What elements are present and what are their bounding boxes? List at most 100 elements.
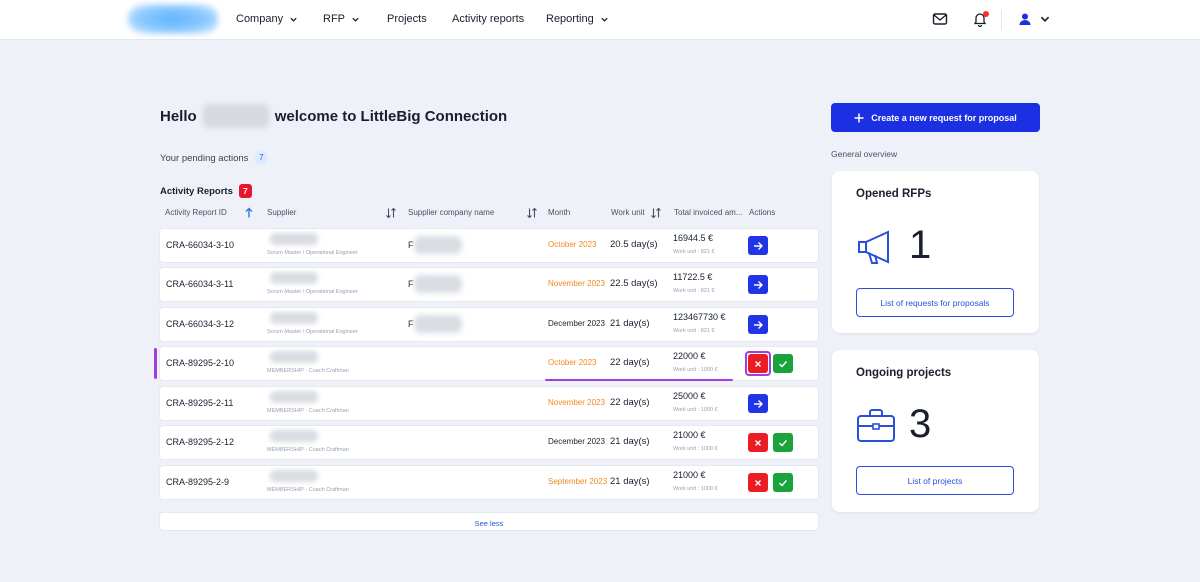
col-header-supplier[interactable]: Supplier — [267, 208, 296, 217]
close-icon — [755, 479, 761, 486]
work-unit: 21 day(s) — [610, 318, 650, 329]
report-id: CRA-66034-3-12 — [166, 319, 235, 329]
table-row[interactable]: CRA-89295-2-9 MEMBERSHIP - Coach Craftman… — [160, 466, 818, 499]
supplier-name-blurred — [270, 391, 318, 403]
report-id: CRA-89295-2-9 — [166, 477, 230, 487]
work-unit: 20.5 day(s) — [610, 239, 658, 250]
welcome-heading: Hello welcome to LittleBig Connection — [160, 104, 507, 128]
work-unit-price: Work unit : 821 € — [673, 288, 715, 294]
total-invoiced: 22000 € — [673, 351, 706, 361]
logo[interactable] — [128, 4, 218, 34]
col-header-actions: Actions — [749, 208, 776, 217]
arrow-right-icon — [754, 241, 763, 250]
see-less-button[interactable]: See less — [160, 513, 818, 530]
report-month: November 2023 — [548, 398, 605, 407]
user-icon[interactable] — [1017, 11, 1033, 27]
table-row[interactable]: CRA-89295-2-12 MEMBERSHIP - Coach Craftma… — [160, 426, 818, 459]
nav-company[interactable]: Company — [236, 13, 298, 25]
megaphone-icon — [858, 230, 889, 264]
work-unit-price: Work unit : 821 € — [673, 328, 715, 334]
opened-rfps-title: Opened RFPs — [856, 188, 932, 200]
check-icon — [779, 439, 788, 446]
supplier-name-blurred — [270, 470, 318, 482]
activity-reports-label: Activity Reports — [160, 185, 233, 197]
list-projects-button[interactable]: List of projects — [856, 466, 1014, 495]
nav-rfp[interactable]: RFP — [323, 13, 360, 25]
supplier-name-blurred — [270, 351, 318, 363]
nav-reporting[interactable]: Reporting — [546, 13, 609, 25]
supplier-name-blurred — [270, 430, 318, 442]
close-icon — [755, 439, 761, 446]
supplier-role: MEMBERSHIP - Coach Craftman — [267, 487, 349, 493]
supplier-role: Scrum Master / Operational Engineer — [267, 250, 358, 256]
company-name-blurred — [414, 236, 462, 254]
company-name-blurred — [414, 275, 462, 293]
open-report-button[interactable] — [748, 236, 768, 255]
table-row[interactable]: CRA-66034-3-11 Scrum Master / Operational… — [160, 268, 818, 301]
sort-up-icon[interactable] — [243, 207, 255, 219]
reject-button[interactable] — [748, 473, 768, 492]
sort-icon[interactable] — [385, 207, 397, 219]
supplier-role: Scrum Master / Operational Engineer — [267, 329, 358, 335]
mail-icon[interactable] — [932, 11, 948, 27]
total-invoiced: 11722.5 € — [673, 272, 713, 282]
sort-icon[interactable] — [526, 207, 538, 219]
hello-text: Hello — [160, 107, 197, 125]
top-navbar: Company RFP Projects Activity reports Re… — [0, 0, 1200, 40]
nav-company-label: Company — [236, 13, 284, 25]
total-invoiced: 123467730 € — [673, 312, 726, 322]
pending-actions: Your pending actions 7 — [160, 151, 269, 165]
approve-button[interactable] — [773, 433, 793, 452]
col-header-work-unit[interactable]: Work unit — [611, 208, 645, 217]
table-row[interactable]: CRA-89295-2-10 MEMBERSHIP - Coach Craftma… — [160, 347, 818, 380]
report-id: CRA-89295-2-11 — [166, 398, 234, 408]
chevron-down-icon — [352, 17, 359, 22]
notification-dot — [983, 11, 989, 17]
supplier-name-blurred — [270, 312, 318, 324]
activity-reports-title: Activity Reports 7 — [160, 184, 252, 198]
create-rfp-button[interactable]: Create a new request for proposal — [831, 103, 1040, 132]
col-header-report-id[interactable]: Activity Report ID — [165, 208, 227, 217]
nav-activity-reports[interactable]: Activity reports — [452, 13, 524, 25]
supplier-name-blurred — [270, 272, 318, 284]
chevron-down-icon — [290, 17, 297, 22]
col-header-company[interactable]: Supplier company name — [408, 208, 494, 217]
col-header-month[interactable]: Month — [548, 208, 570, 217]
row-highlight-underline — [545, 379, 733, 381]
chevron-down-icon[interactable] — [1039, 11, 1051, 27]
supplier-role: MEMBERSHIP - Coach Craftman — [267, 368, 349, 374]
table-row[interactable]: CRA-66034-3-10 Scrum Master / Operational… — [160, 229, 818, 262]
open-report-button[interactable] — [748, 275, 768, 294]
divider — [1001, 10, 1002, 30]
check-icon — [779, 479, 788, 486]
list-rfps-button[interactable]: List of requests for proposals — [856, 288, 1014, 317]
supplier-name-blurred — [270, 233, 318, 245]
company-initial: F — [408, 240, 414, 250]
table-row[interactable]: CRA-89295-2-11 MEMBERSHIP - Coach Craftma… — [160, 387, 818, 420]
work-unit: 22 day(s) — [610, 397, 650, 408]
total-invoiced: 25000 € — [673, 391, 706, 401]
report-month: October 2023 — [548, 358, 597, 367]
report-id: CRA-89295-2-10 — [166, 358, 235, 368]
report-id: CRA-66034-3-11 — [166, 279, 234, 289]
table-row[interactable]: CRA-66034-3-12 Scrum Master / Operational… — [160, 308, 818, 341]
ongoing-projects-title: Ongoing projects — [856, 367, 952, 379]
arrow-right-icon — [754, 399, 763, 408]
approve-button[interactable] — [773, 354, 793, 373]
reject-button[interactable] — [748, 433, 768, 452]
work-unit-price: Work unit : 1000 € — [673, 367, 718, 373]
general-overview-label: General overview — [831, 149, 898, 159]
report-month: October 2023 — [548, 240, 597, 249]
open-report-button[interactable] — [748, 315, 768, 334]
nav-projects[interactable]: Projects — [387, 13, 427, 25]
col-header-total-invoiced[interactable]: Total invoiced am... — [674, 208, 742, 217]
company-initial: F — [408, 319, 414, 329]
open-report-button[interactable] — [748, 394, 768, 413]
report-month: December 2023 — [548, 319, 605, 328]
sort-icon[interactable] — [650, 207, 662, 219]
nav-activity-reports-label: Activity reports — [452, 13, 525, 25]
work-unit: 22.5 day(s) — [610, 278, 658, 289]
report-month: September 2023 — [548, 477, 608, 486]
approve-button[interactable] — [773, 473, 793, 492]
arrow-right-icon — [754, 280, 763, 289]
